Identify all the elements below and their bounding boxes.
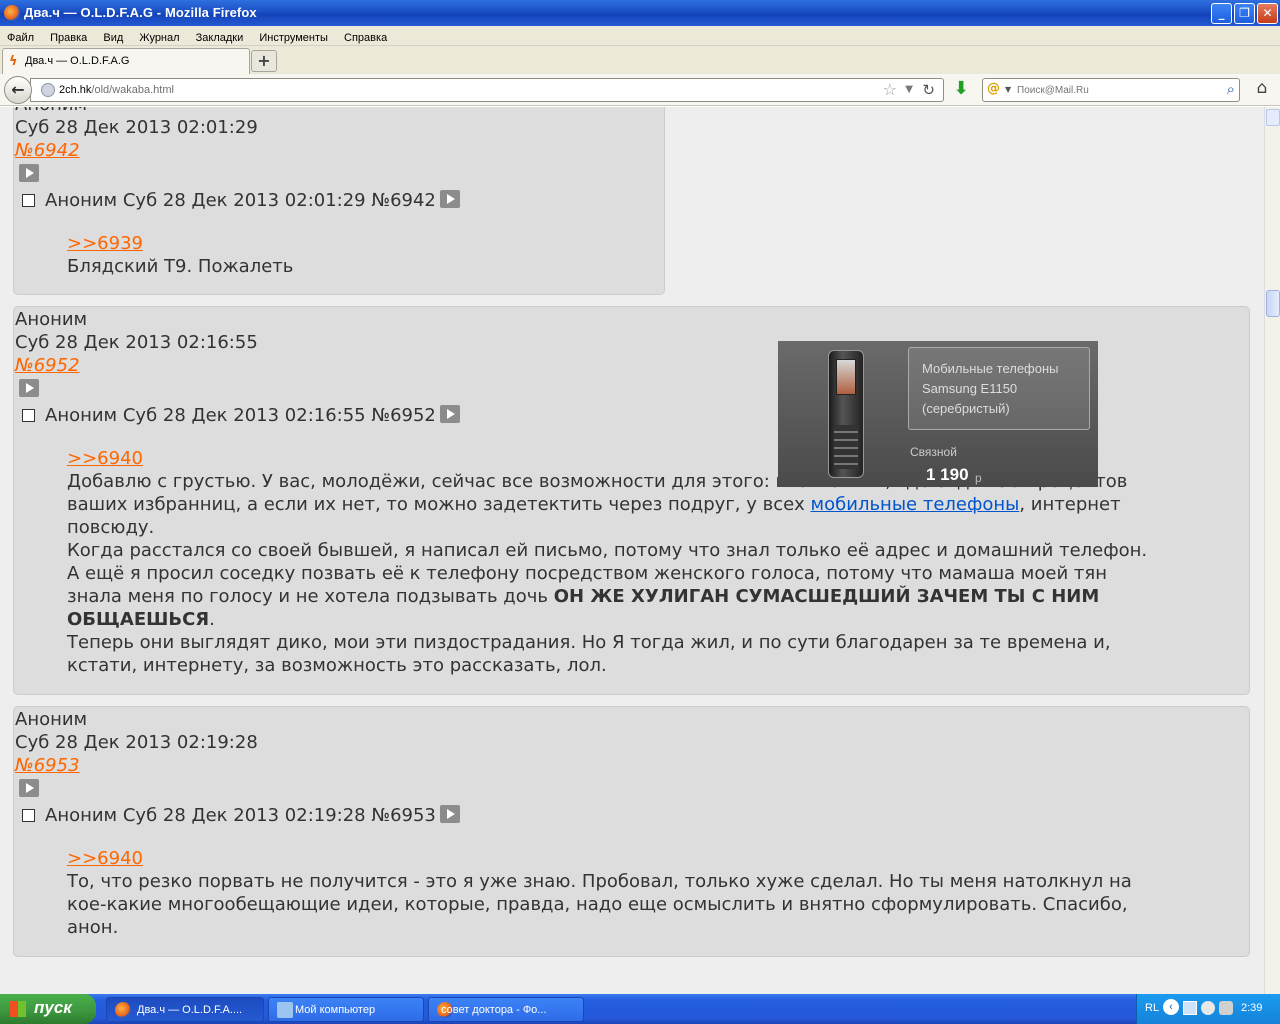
- post-message-line: ОБЩАЕШЬСЯ.: [67, 609, 215, 630]
- back-button[interactable]: ←: [4, 76, 32, 104]
- computer-icon: [277, 1002, 293, 1018]
- play-icon[interactable]: [439, 805, 460, 823]
- post-message-line: А ещё я просил соседку позвать её к теле…: [67, 563, 1107, 584]
- reply-ref-link[interactable]: >>6940: [67, 448, 143, 469]
- download-icon[interactable]: ⬇: [950, 78, 972, 100]
- post-message-line: анон.: [67, 917, 119, 938]
- minimize-button[interactable]: _: [1211, 3, 1232, 24]
- taskbar-item-my-computer[interactable]: Мой компьютер: [268, 997, 424, 1022]
- post-author: Аноним: [15, 309, 88, 330]
- vertical-scrollbar[interactable]: [1264, 107, 1280, 994]
- post-date: Суб 28 Дек 2013 02:19:28: [15, 732, 258, 753]
- tray-app-icon[interactable]: [1219, 1001, 1233, 1015]
- address-bar[interactable]: 2ch.hk/old/wakaba.html ☆ ▼ ↻: [30, 78, 944, 102]
- volume-icon[interactable]: [1201, 1001, 1215, 1015]
- phone-image: [828, 350, 864, 478]
- post-header: Аноним Суб 28 Дек 2013 02:16:55 №6952: [21, 405, 460, 426]
- search-icon[interactable]: ⌕: [1227, 80, 1235, 98]
- post-number-link[interactable]: №6953: [15, 755, 80, 776]
- history-dropdown-icon[interactable]: ▼: [905, 84, 913, 95]
- menu-help[interactable]: Справка: [344, 28, 387, 48]
- tray-expand-icon[interactable]: ‹: [1163, 999, 1179, 1015]
- maximize-button[interactable]: ❐: [1234, 3, 1255, 24]
- play-icon[interactable]: [19, 779, 39, 797]
- post-number-link[interactable]: №6952: [15, 355, 80, 376]
- post-6942: Аноним Суб 28 Дек 2013 02:01:29 №6942 Ан…: [13, 107, 665, 295]
- taskbar-item-firefox-2[interactable]: совет доктора - Фо...: [428, 997, 584, 1022]
- windows-taskbar: пуск Два.ч — O.L.D.F.A.... Мой компьютер…: [0, 994, 1280, 1024]
- menu-tools[interactable]: Инструменты: [259, 28, 328, 48]
- search-engine-dropdown-icon[interactable]: ▼: [1005, 85, 1011, 94]
- ad-price: 1 190: [926, 465, 969, 484]
- tab-label: Два.ч — O.L.D.F.A.G: [25, 55, 130, 67]
- post-checkbox[interactable]: [22, 194, 35, 207]
- search-engine-icon[interactable]: @: [987, 81, 1000, 96]
- post-message-line: ваших избранниц, а если их нет, то можно…: [67, 494, 1121, 515]
- post-author: Аноним: [15, 709, 88, 730]
- tab-dvach[interactable]: ϟ Два.ч — O.L.D.F.A.G: [2, 48, 250, 74]
- post-header: Аноним Суб 28 Дек 2013 02:01:29 №6942: [21, 190, 460, 211]
- system-tray: RL ‹ 2:39: [1136, 994, 1280, 1024]
- menu-history[interactable]: Журнал: [139, 28, 179, 48]
- ad-currency: р: [975, 471, 982, 485]
- tab-strip: ϟ Два.ч — O.L.D.F.A.G +: [0, 46, 1280, 74]
- play-icon[interactable]: [19, 164, 39, 182]
- window-titlebar[interactable]: Два.ч — O.L.D.F.A.G - Mozilla Firefox _ …: [0, 0, 1280, 26]
- post-message-line: знала меня по голосу и не хотела подзыва…: [67, 586, 1100, 607]
- play-icon[interactable]: [439, 190, 460, 208]
- post-message: Блядский Т9. Пожалеть: [67, 256, 294, 277]
- post-checkbox[interactable]: [22, 809, 35, 822]
- bookmark-star-icon[interactable]: ☆: [883, 80, 897, 99]
- post-checkbox[interactable]: [22, 409, 35, 422]
- taskbar-item-firefox[interactable]: Два.ч — O.L.D.F.A....: [106, 997, 264, 1022]
- menu-bookmarks[interactable]: Закладки: [196, 28, 244, 48]
- search-bar[interactable]: @ ▼ ⌕: [982, 78, 1240, 102]
- home-icon[interactable]: ⌂: [1250, 78, 1274, 102]
- post-message-line: кое-какие многообещающие идеи, которые, …: [67, 894, 1128, 915]
- page-content: Аноним Суб 28 Дек 2013 02:01:29 №6942 Ан…: [0, 107, 1264, 994]
- post-date: Суб 28 Дек 2013 02:16:55: [15, 332, 258, 353]
- menu-edit[interactable]: Правка: [50, 28, 87, 48]
- menu-bar: Файл Правка Вид Журнал Закладки Инструме…: [0, 26, 1280, 46]
- reply-ref-link[interactable]: >>6939: [67, 233, 143, 254]
- start-button[interactable]: пуск: [0, 994, 96, 1024]
- search-input[interactable]: [1017, 82, 1207, 98]
- post-date: Суб 28 Дек 2013 02:01:29: [15, 117, 258, 138]
- firefox-icon: [115, 1002, 131, 1018]
- play-icon[interactable]: [439, 405, 460, 423]
- url-text[interactable]: 2ch.hk/old/wakaba.html: [59, 84, 174, 96]
- product-ad-popup[interactable]: Мобильные телефоны Samsung E1150 (серебр…: [778, 341, 1098, 487]
- mobile-phones-link[interactable]: мобильные телефоны: [811, 494, 1020, 515]
- scroll-up-arrow-icon[interactable]: [1266, 109, 1280, 126]
- menu-file[interactable]: Файл: [7, 28, 34, 48]
- post-header: Аноним Суб 28 Дек 2013 02:19:28 №6953: [21, 805, 460, 826]
- post-author: Аноним: [15, 107, 87, 115]
- post-message-line: повсюду.: [67, 517, 155, 538]
- globe-icon: [41, 83, 55, 97]
- windows-logo-icon: [10, 1001, 26, 1017]
- ad-store-name: Связной: [910, 445, 957, 459]
- navigation-toolbar: 2ch.hk/old/wakaba.html ☆ ▼ ↻ ← ⬇ @ ▼ ⌕ ⌂: [0, 74, 1280, 106]
- post-message-line: кстати, интернету, за возможность это ра…: [67, 655, 607, 676]
- post-6953: Аноним Суб 28 Дек 2013 02:19:28 №6953 Ан…: [13, 706, 1250, 957]
- post-message-line: То, что резко порвать не получится - это…: [67, 871, 1132, 892]
- language-indicator[interactable]: RL: [1145, 1002, 1159, 1014]
- play-icon[interactable]: [19, 379, 39, 397]
- site-favicon-icon: ϟ: [9, 54, 18, 69]
- menu-view[interactable]: Вид: [103, 28, 123, 48]
- post-number-link[interactable]: №6942: [15, 140, 80, 161]
- clock: 2:39: [1241, 1002, 1263, 1014]
- ad-product-title[interactable]: Мобильные телефоны Samsung E1150 (серебр…: [908, 347, 1090, 430]
- new-tab-button[interactable]: +: [251, 50, 277, 72]
- post-message-line: Теперь они выглядят дико, мои эти пиздос…: [67, 632, 1111, 653]
- reply-ref-link[interactable]: >>6940: [67, 848, 143, 869]
- reload-icon[interactable]: ↻: [922, 81, 935, 99]
- firefox-icon: [4, 5, 20, 21]
- window-title: Два.ч — O.L.D.F.A.G - Mozilla Firefox: [24, 5, 257, 20]
- post-message-line: Когда расстался со своей бывшей, я напис…: [67, 540, 1148, 561]
- scroll-thumb[interactable]: [1266, 290, 1280, 317]
- close-button[interactable]: ✕: [1257, 3, 1278, 24]
- network-icon[interactable]: [1183, 1001, 1197, 1015]
